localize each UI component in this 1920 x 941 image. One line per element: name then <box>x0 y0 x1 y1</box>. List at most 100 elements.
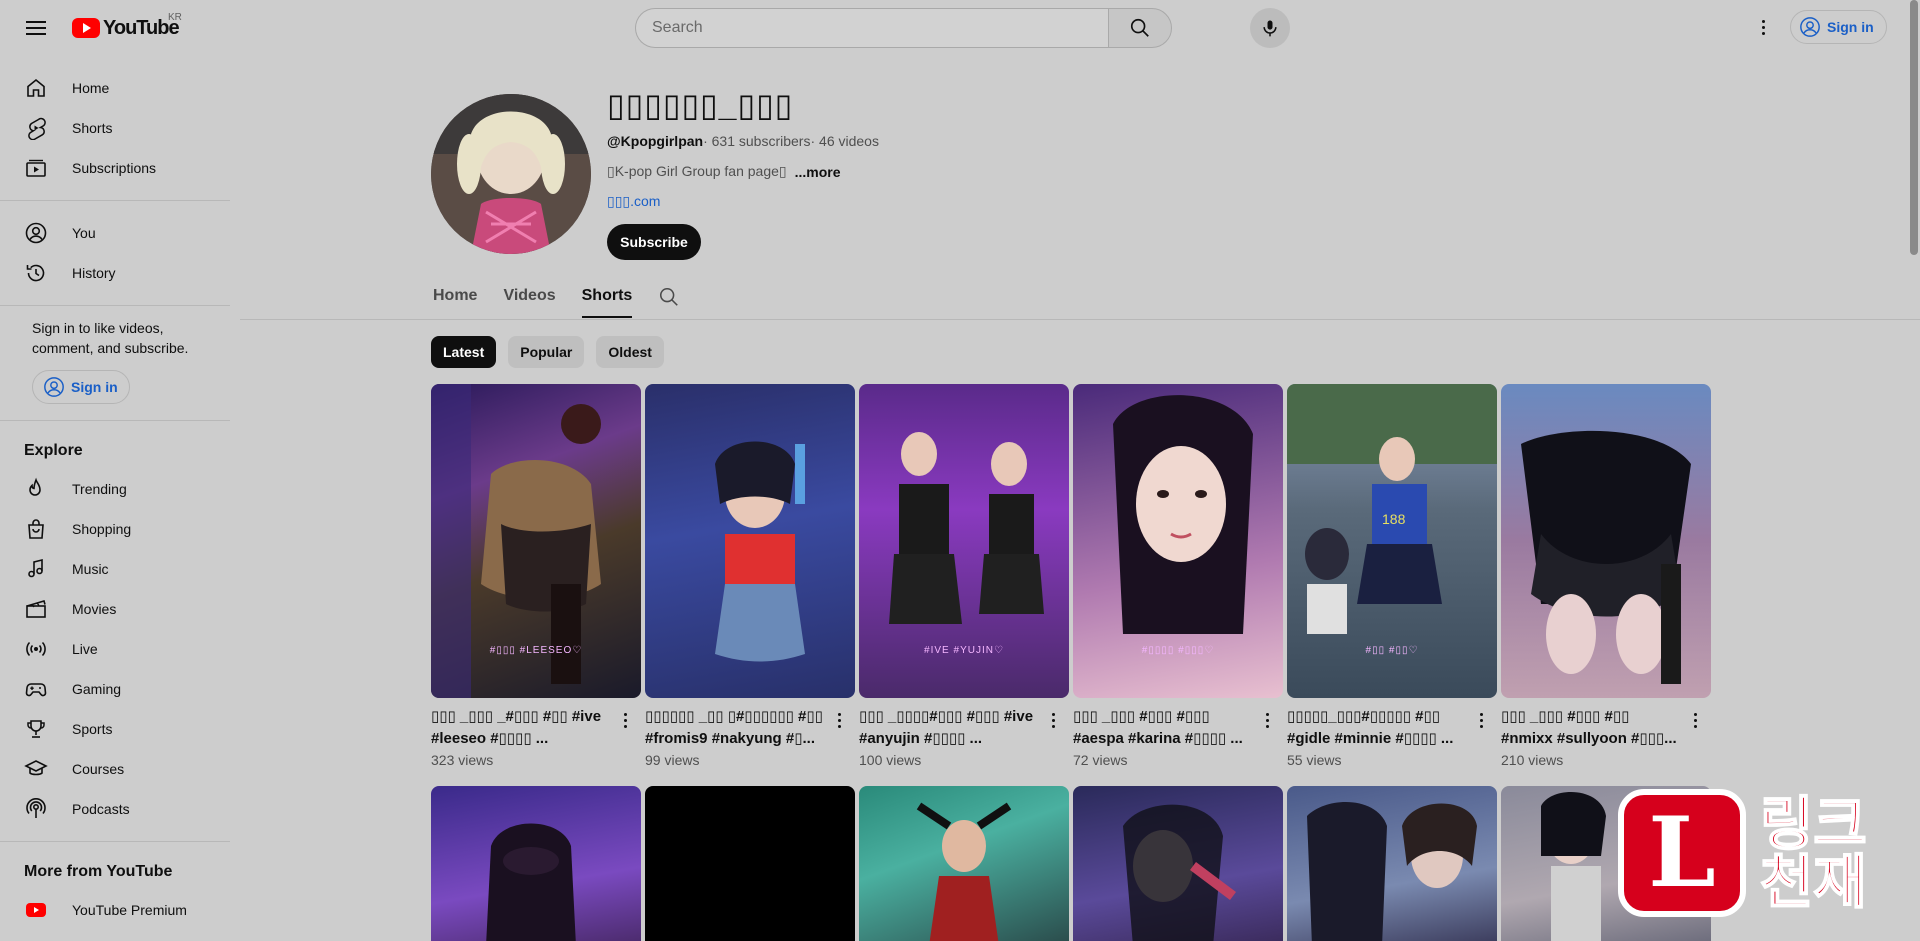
youtube-logo[interactable]: YouTube <box>72 16 180 40</box>
short-item[interactable] <box>859 786 1069 941</box>
short-title[interactable]: ▯▯▯ _▯▯▯ _#▯▯▯ #▯▯ #ive #leeseo #▯▯▯▯ ..… <box>431 706 615 750</box>
thumbnail-image <box>715 441 805 662</box>
short-item[interactable] <box>645 786 855 941</box>
short-item[interactable]: ▯▯▯▯▯▯ _▯▯ ▯#▯▯▯▯▯▯ #▯▯ #fromis9 #nakyun… <box>645 384 855 778</box>
short-title[interactable]: ▯▯▯▯▯_▯▯▯#▯▯▯▯▯ #▯▯ #gidle #minnie #▯▯▯▯… <box>1287 706 1471 750</box>
podcast-icon <box>26 798 46 818</box>
sidebar-item-label: Sports <box>72 721 113 737</box>
chip-popular[interactable]: Popular <box>508 336 585 368</box>
short-thumbnail[interactable] <box>1287 786 1497 941</box>
short-item[interactable] <box>431 786 641 941</box>
short-item[interactable] <box>1073 786 1283 941</box>
short-item[interactable] <box>1287 786 1497 941</box>
watermark-logo: L 링크 천재 <box>1618 788 1898 918</box>
sidebar-item-shopping[interactable]: Shopping <box>0 509 230 549</box>
top-bar: YouTube KR Sign in <box>0 0 1920 56</box>
thumbnail-image <box>1123 804 1236 941</box>
history-icon <box>26 264 45 282</box>
short-title[interactable]: ▯▯▯▯▯▯ _▯▯ ▯#▯▯▯▯▯▯ #▯▯ #fromis9 #nakyun… <box>645 706 829 750</box>
sign-in-prompt: Sign in to like videos, comment, and sub… <box>32 320 189 356</box>
sidebar-item-live[interactable]: Live <box>0 629 230 669</box>
subscribe-button[interactable]: Subscribe <box>607 224 701 260</box>
voice-search-button[interactable] <box>1250 8 1290 48</box>
tabs-divider <box>240 319 1920 320</box>
sidebar-item-shorts[interactable]: Shorts <box>0 108 230 148</box>
sidebar-divider <box>0 420 230 421</box>
sign-in-label: Sign in <box>71 379 118 395</box>
thumbnail-caption: #▯▯▯ #LEESEO♡ <box>489 645 583 656</box>
short-thumbnail[interactable] <box>645 384 855 698</box>
short-item[interactable]: #IVE #YUJIN♡ ▯▯▯ _▯▯▯▯#▯▯▯ #▯▯▯ #ive #an… <box>859 384 1069 778</box>
short-thumbnail[interactable] <box>859 786 1069 941</box>
channel-external-link[interactable]: ▯▯▯.com <box>607 193 660 210</box>
sidebar-item-courses[interactable]: Courses <box>0 749 230 789</box>
short-info: ▯▯▯▯▯▯ _▯▯ ▯#▯▯▯▯▯▯ #▯▯ #fromis9 #nakyun… <box>645 698 855 778</box>
short-item[interactable]: 188 #▯▯ #▯▯♡ ▯▯▯▯▯_▯▯▯#▯▯▯▯▯ #▯▯ #gidle … <box>1287 384 1497 778</box>
sidebar-item-gaming[interactable]: Gaming <box>0 669 230 709</box>
short-item[interactable]: ▯▯▯ _▯▯▯ #▯▯▯ #▯▯ #nmixx #sullyoon #▯▯▯.… <box>1501 384 1711 778</box>
more-actions-icon[interactable] <box>831 710 847 730</box>
sidebar-item-trending[interactable]: Trending <box>0 469 230 509</box>
subscriber-count: · 631 subscribers <box>703 133 811 149</box>
short-thumbnail[interactable] <box>431 786 641 941</box>
chip-latest[interactable]: Latest <box>431 336 497 368</box>
short-thumbnail[interactable] <box>1501 384 1711 698</box>
sidebar-sign-in-button[interactable]: Sign in <box>32 370 130 404</box>
sidebar-item-music[interactable]: Music <box>0 549 230 589</box>
short-title[interactable]: ▯▯▯ _▯▯▯▯#▯▯▯ #▯▯▯ #ive #anyujin #▯▯▯▯ .… <box>859 706 1043 750</box>
channel-handle[interactable]: @Kpopgirlpan <box>607 133 703 149</box>
short-thumbnail[interactable] <box>645 786 855 941</box>
sidebar-item-movies[interactable]: Movies <box>0 589 230 629</box>
short-title[interactable]: ▯▯▯ _▯▯▯ #▯▯▯ #▯▯ #nmixx #sullyoon #▯▯▯.… <box>1501 706 1685 750</box>
channel-tabs: Home Videos Shorts <box>433 280 680 320</box>
settings-more-icon[interactable] <box>1748 12 1778 42</box>
sign-in-button[interactable]: Sign in <box>1790 10 1887 44</box>
youtube-play-icon <box>72 18 100 38</box>
more-actions-icon[interactable] <box>1045 710 1061 730</box>
channel-search-button[interactable] <box>658 280 680 313</box>
short-views: 72 views <box>1073 752 1128 768</box>
more-actions-icon[interactable] <box>617 710 633 730</box>
watermark-badge: L <box>1618 789 1746 917</box>
microphone-icon <box>1263 20 1277 37</box>
home-icon <box>27 78 45 97</box>
short-thumbnail[interactable]: #▯▯▯ #LEESEO♡ <box>431 384 641 698</box>
short-info: ▯▯▯ _▯▯▯ #▯▯▯ #▯▯▯ #aespa #karina #▯▯▯▯ … <box>1073 698 1283 778</box>
short-thumbnail[interactable]: 188 #▯▯ #▯▯♡ <box>1287 384 1497 698</box>
more-actions-icon[interactable] <box>1259 710 1275 730</box>
sidebar-item-history[interactable]: History <box>0 253 230 293</box>
thumbnail-image <box>916 802 1012 941</box>
hamburger-menu-icon[interactable] <box>18 14 54 42</box>
watermark-text: 링크 천재 <box>1759 790 1868 912</box>
short-thumbnail[interactable]: #IVE #YUJIN♡ <box>859 384 1069 698</box>
sidebar-item-you[interactable]: You <box>0 213 230 253</box>
page-scrollbar[interactable] <box>1908 0 1920 941</box>
sidebar-item-home[interactable]: Home <box>0 68 230 108</box>
channel-avatar[interactable] <box>431 94 591 254</box>
channel-description[interactable]: ▯K-pop Girl Group fan page▯ ...more <box>607 163 841 180</box>
scrollbar-thumb[interactable] <box>1910 0 1918 255</box>
tab-videos[interactable]: Videos <box>503 280 555 318</box>
chip-oldest[interactable]: Oldest <box>596 336 664 368</box>
short-title[interactable]: ▯▯▯ _▯▯▯ #▯▯▯ #▯▯▯ #aespa #karina #▯▯▯▯ … <box>1073 706 1257 750</box>
sidebar-item-label: Trending <box>72 481 127 497</box>
sidebar-item-label: You <box>72 225 96 241</box>
subscriptions-icon <box>26 159 46 177</box>
more-actions-icon[interactable] <box>1473 710 1489 730</box>
watermark-text-line1: 링크 <box>1759 790 1868 858</box>
sidebar-item-subscriptions[interactable]: Subscriptions <box>0 148 230 188</box>
short-thumbnail[interactable] <box>1073 786 1283 941</box>
sidebar-item-sports[interactable]: Sports <box>0 709 230 749</box>
sidebar-item-podcasts[interactable]: Podcasts <box>0 789 230 829</box>
short-thumbnail[interactable]: #▯▯▯▯ #▯▯▯♡ <box>1073 384 1283 698</box>
short-item[interactable]: #▯▯▯ #LEESEO♡ ▯▯▯ _▯▯▯ _#▯▯▯ #▯▯ #ive #l… <box>431 384 641 778</box>
search-button[interactable] <box>1108 8 1172 48</box>
short-item[interactable]: #▯▯▯▯ #▯▯▯♡ ▯▯▯ _▯▯▯ #▯▯▯ #▯▯▯ #aespa #k… <box>1073 384 1283 778</box>
tab-shorts[interactable]: Shorts <box>581 280 633 318</box>
more-from-youtube-heading: More from YouTube <box>24 863 173 880</box>
more-actions-icon[interactable] <box>1687 710 1703 730</box>
sidebar-item-youtube-premium[interactable]: YouTube Premium <box>0 890 230 930</box>
tab-home[interactable]: Home <box>433 280 477 318</box>
search-input[interactable] <box>635 8 1108 48</box>
description-more-link[interactable]: ...more <box>795 164 841 180</box>
